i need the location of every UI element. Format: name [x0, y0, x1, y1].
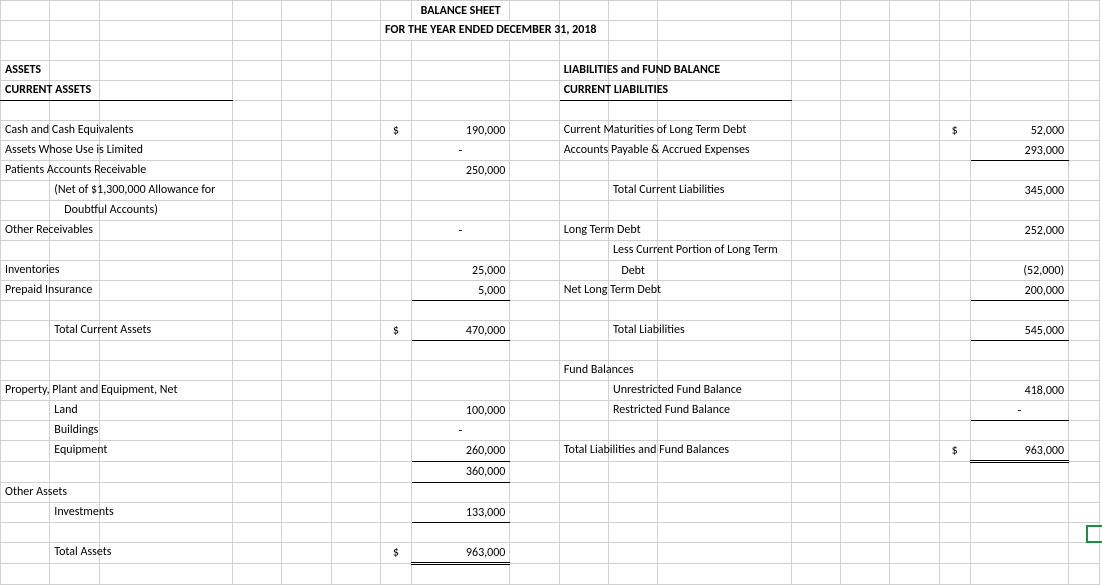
value-unrestricted-fb: 418,000	[970, 381, 1069, 401]
label-equipment: Equipment	[50, 441, 99, 462]
value-inventories: 25,000	[411, 261, 510, 281]
label-other-receivables: Other Receivables	[1, 221, 50, 241]
label-patients-ar: Patients Accounts Receivable	[1, 161, 50, 181]
value-accounts-payable: 293,000	[970, 141, 1069, 161]
value-buildings: -	[411, 421, 510, 441]
value-restricted-fb: -	[970, 401, 1069, 421]
value-current-maturities: 52,000	[970, 121, 1069, 141]
label-total-liabilities: Total Liabilities	[609, 321, 658, 341]
label-total-current-liabilities: Total Current Liabilities	[609, 181, 658, 201]
page-title: BALANCE SHEET	[411, 1, 510, 21]
label-restricted-fb: Restricted Fund Balance	[609, 401, 658, 421]
label-prepaid-insurance: Prepaid Insurance	[1, 281, 50, 301]
label-land: Land	[50, 401, 99, 421]
currency-symbol: $	[939, 441, 970, 462]
label-limited-use: Assets Whose Use is Limited	[1, 141, 50, 161]
value-total-liab-fb: 963,000	[970, 441, 1069, 462]
label-less-current-1: Less Current Portion of Long Term	[609, 241, 658, 261]
currency-symbol: $	[381, 543, 412, 564]
label-cash: Cash and Cash Equivalents	[1, 121, 50, 141]
label-long-term-debt: Long Term Debt	[559, 221, 608, 241]
value-limited-use: -	[411, 141, 510, 161]
value-other-receivables: -	[411, 221, 510, 241]
label-unrestricted-fb: Unrestricted Fund Balance	[609, 381, 658, 401]
label-current-maturities: Current Maturities of Long Term Debt	[559, 121, 608, 141]
value-ppe-subtotal: 360,000	[411, 462, 510, 483]
label-net-long-term-debt: Net Long Term Debt	[559, 281, 608, 301]
label-investments: Investments	[50, 503, 99, 523]
value-total-current-liabilities: 345,000	[970, 181, 1069, 201]
value-total-current-assets: 470,000	[411, 321, 510, 341]
label-buildings: Buildings	[50, 421, 99, 441]
label-accounts-payable: Accounts Payable & Accrued Expenses	[559, 141, 608, 161]
label-total-assets: Total Assets	[50, 543, 99, 564]
label-less-current-2: Debt	[609, 261, 658, 281]
value-patients-ar: 250,000	[411, 161, 510, 181]
label-allowance-note-2: Doubtful Accounts)	[50, 201, 99, 221]
label-total-liab-fb: Total Liabilities and Fund Balances	[559, 441, 608, 462]
assets-heading: ASSETS	[1, 61, 50, 81]
current-liabilities-heading: CURRENT LIABILITIES	[559, 81, 608, 101]
label-inventories: Inventories	[1, 261, 50, 281]
currency-symbol: $	[381, 121, 412, 141]
current-assets-heading: CURRENT ASSETS	[1, 81, 50, 101]
currency-symbol: $	[939, 121, 970, 141]
label-total-current-assets: Total Current Assets	[50, 321, 99, 341]
selection-marker-icon	[1086, 525, 1102, 543]
label-fund-balances: Fund Balances	[559, 361, 608, 381]
currency-symbol: $	[381, 321, 412, 341]
value-long-term-debt: 252,000	[970, 221, 1069, 241]
liabilities-heading: LIABILITIES and FUND BALANCE	[559, 61, 608, 81]
value-investments: 133,000	[411, 503, 510, 523]
balance-sheet-grid: BALANCE SHEET FOR THE YEAR ENDED DECEMBE…	[0, 0, 1100, 585]
value-cash: 190,000	[411, 121, 510, 141]
page-subtitle: FOR THE YEAR ENDED DECEMBER 31, 2018	[381, 21, 560, 41]
value-less-current: (52,000)	[970, 261, 1069, 281]
value-total-assets: 963,000	[411, 543, 510, 564]
value-equipment: 260,000	[411, 441, 510, 462]
value-total-liabilities: 545,000	[970, 321, 1069, 341]
value-prepaid-insurance: 5,000	[411, 281, 510, 301]
label-other-assets: Other Assets	[1, 483, 50, 503]
value-net-long-term-debt: 200,000	[970, 281, 1069, 301]
label-ppe: Property, Plant and Equipment, Net	[1, 381, 50, 401]
label-allowance-note-1: (Net of $1,300,000 Allowance for	[50, 181, 99, 201]
value-land: 100,000	[411, 401, 510, 421]
